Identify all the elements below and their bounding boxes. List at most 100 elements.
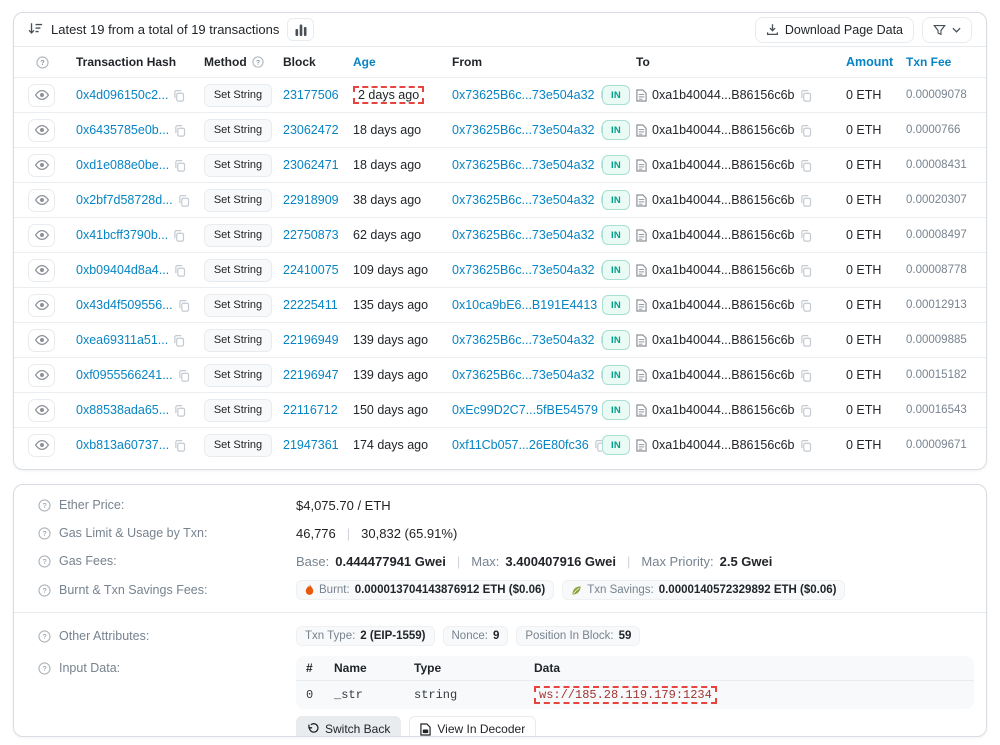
block-link[interactable]: 22225411 (283, 298, 338, 312)
copy-icon[interactable] (178, 194, 190, 207)
transaction-hash-link[interactable]: 0xb813a60737... (76, 438, 169, 452)
copy-icon[interactable] (800, 334, 812, 347)
preview-eye-button[interactable] (28, 399, 55, 422)
copy-icon[interactable] (800, 194, 812, 207)
to-address[interactable]: 0xa1b40044...B86156c6b (652, 368, 795, 382)
filter-dropdown-button[interactable] (922, 17, 972, 43)
method-button[interactable]: Set String (204, 364, 272, 387)
to-address[interactable]: 0xa1b40044...B86156c6b (652, 158, 795, 172)
method-button[interactable]: Set String (204, 224, 272, 247)
copy-icon[interactable] (800, 124, 812, 137)
method-button[interactable]: Set String (204, 119, 272, 142)
method-button[interactable]: Set String (204, 434, 272, 457)
copy-icon[interactable] (174, 124, 186, 137)
copy-icon[interactable] (800, 369, 812, 382)
block-link[interactable]: 23062472 (283, 123, 339, 137)
preview-eye-button[interactable] (28, 434, 55, 457)
from-address-link[interactable]: 0x73625B6c...73e504a32 (452, 193, 595, 207)
copy-icon[interactable] (800, 89, 812, 102)
from-address-link[interactable]: 0x73625B6c...73e504a32 (452, 333, 595, 347)
copy-icon[interactable] (800, 299, 812, 312)
method-button[interactable]: Set String (204, 294, 272, 317)
block-link[interactable]: 22750873 (283, 228, 339, 242)
block-link[interactable]: 22196949 (283, 333, 339, 347)
transaction-hash-link[interactable]: 0x43d4f509556... (76, 298, 173, 312)
transaction-hash-link[interactable]: 0x2bf7d58728d... (76, 193, 173, 207)
transaction-hash-link[interactable]: 0x88538ada65... (76, 403, 169, 417)
switch-back-button[interactable]: Switch Back (296, 716, 401, 737)
copy-icon[interactable] (800, 264, 812, 277)
preview-eye-button[interactable] (28, 189, 55, 212)
copy-icon[interactable] (800, 439, 812, 452)
transaction-hash-link[interactable]: 0xb09404d8a4... (76, 263, 169, 277)
copy-icon[interactable] (174, 159, 186, 172)
preview-eye-button[interactable] (28, 224, 55, 247)
to-address[interactable]: 0xa1b40044...B86156c6b (652, 438, 795, 452)
block-link[interactable]: 22918909 (283, 193, 339, 207)
from-address-link[interactable]: 0x10ca9bE6...B191E4413 (452, 298, 597, 312)
from-address-link[interactable]: 0x73625B6c...73e504a32 (452, 368, 595, 382)
transaction-hash-link[interactable]: 0x4d096150c2... (76, 88, 168, 102)
from-address-link[interactable]: 0x73625B6c...73e504a32 (452, 263, 595, 277)
download-page-data-button[interactable]: Download Page Data (755, 17, 914, 43)
preview-eye-button[interactable] (28, 84, 55, 107)
copy-icon[interactable] (178, 369, 190, 382)
copy-icon[interactable] (173, 334, 185, 347)
transaction-hash-link[interactable]: 0xd1e088e0be... (76, 158, 169, 172)
header-age-toggle[interactable]: Age (342, 55, 452, 69)
from-address-link[interactable]: 0x73625B6c...73e504a32 (452, 123, 595, 137)
block-link[interactable]: 22196947 (283, 368, 339, 382)
method-button[interactable]: Set String (204, 189, 272, 212)
method-button[interactable]: Set String (204, 84, 272, 107)
copy-icon[interactable] (594, 439, 602, 452)
to-address[interactable]: 0xa1b40044...B86156c6b (652, 123, 795, 137)
transaction-hash-link[interactable]: 0xf0955566241... (76, 368, 173, 382)
copy-icon[interactable] (800, 159, 812, 172)
preview-eye-button[interactable] (28, 329, 55, 352)
header-amount-toggle[interactable]: Amount (840, 55, 906, 69)
header-txn-fee-toggle[interactable]: Txn Fee (906, 55, 972, 69)
block-link[interactable]: 22116712 (283, 403, 338, 417)
block-link[interactable]: 22410075 (283, 263, 339, 277)
transaction-hash-link[interactable]: 0xea69311a51... (76, 333, 168, 347)
question-circle-icon: ? (38, 630, 51, 643)
method-button[interactable]: Set String (204, 154, 272, 177)
filter-funnel-icon (933, 24, 946, 36)
to-address[interactable]: 0xa1b40044...B86156c6b (652, 333, 795, 347)
to-address[interactable]: 0xa1b40044...B86156c6b (652, 403, 795, 417)
method-button[interactable]: Set String (204, 399, 272, 422)
copy-icon[interactable] (174, 264, 186, 277)
block-link[interactable]: 23062471 (283, 158, 339, 172)
block-link[interactable]: 23177506 (283, 88, 339, 102)
chart-view-button[interactable] (287, 18, 314, 41)
from-address-link[interactable]: 0xf11Cb057...26E80fc36 (452, 438, 589, 452)
preview-eye-button[interactable] (28, 154, 55, 177)
method-button[interactable]: Set String (204, 259, 272, 282)
transaction-hash-link[interactable]: 0x6435785e0b... (76, 123, 169, 137)
to-address[interactable]: 0xa1b40044...B86156c6b (652, 88, 795, 102)
copy-icon[interactable] (174, 404, 186, 417)
block-link[interactable]: 21947361 (283, 438, 339, 452)
copy-icon[interactable] (173, 89, 185, 102)
preview-eye-button[interactable] (28, 119, 55, 142)
view-in-decoder-button[interactable]: View In Decoder (409, 716, 536, 737)
preview-eye-button[interactable] (28, 294, 55, 317)
method-button[interactable]: Set String (204, 329, 272, 352)
to-address[interactable]: 0xa1b40044...B86156c6b (652, 298, 795, 312)
from-address-link[interactable]: 0x73625B6c...73e504a32 (452, 228, 595, 242)
to-address[interactable]: 0xa1b40044...B86156c6b (652, 263, 795, 277)
to-address[interactable]: 0xa1b40044...B86156c6b (652, 193, 795, 207)
copy-icon[interactable] (178, 299, 190, 312)
from-address-link[interactable]: 0x73625B6c...73e504a32 (452, 88, 595, 102)
preview-eye-button[interactable] (28, 364, 55, 387)
to-address[interactable]: 0xa1b40044...B86156c6b (652, 228, 795, 242)
from-address-link[interactable]: 0x73625B6c...73e504a32 (452, 158, 595, 172)
copy-icon[interactable] (174, 439, 186, 452)
header-help-icon[interactable]: ? (28, 56, 64, 69)
preview-eye-button[interactable] (28, 259, 55, 282)
copy-icon[interactable] (173, 229, 185, 242)
from-address-link[interactable]: 0xEc99D2C7...5fBE54579 (452, 403, 598, 417)
transaction-hash-link[interactable]: 0x41bcff3790b... (76, 228, 168, 242)
copy-icon[interactable] (800, 229, 812, 242)
copy-icon[interactable] (800, 404, 812, 417)
